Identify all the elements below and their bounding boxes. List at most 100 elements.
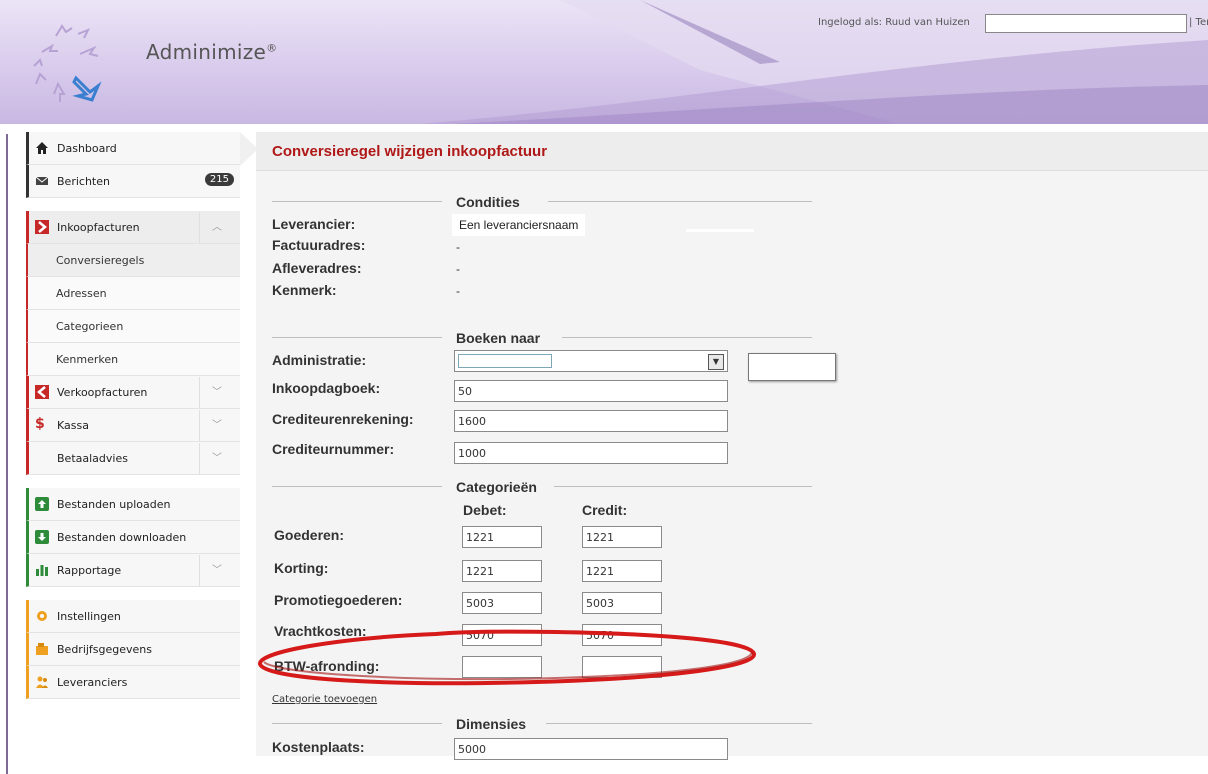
promotiegoederen-debet-field[interactable] [462,592,542,614]
sidebar-item-label: Conversieregels [56,254,145,267]
main-content: Conversieregel wijzigen inkoopfactuur Co… [256,132,1208,760]
administratie-select-value [458,354,552,368]
sidebar-item-label: Bestanden downloaden [57,531,187,544]
factuuradres-value: - [456,240,460,254]
logo-arrows-icon [33,24,102,102]
section-legend-dimensies: Dimensies [272,716,812,732]
sidebar-item-bestanden-downloaden[interactable]: Bestanden downloaden [26,521,240,554]
section-legend-categorieen: Categorieën [272,479,812,495]
sidebar-item-categorieen[interactable]: Categorieen [26,310,240,343]
highlight-ellipse [258,629,756,686]
dollar-icon: $ [35,416,45,432]
login-extra[interactable]: | Ter [1189,17,1208,28]
goederen-credit-field[interactable] [582,526,662,548]
debet-header: Debet: [463,502,507,518]
afleveradres-value: - [456,262,460,276]
korting-label: Korting: [274,560,329,576]
sidebar-item-rapportage[interactable]: Rapportage ﹀ [26,554,240,587]
sidebar-item-label: Instellingen [57,610,121,623]
sidebar-item-label: Categorieen [56,320,124,333]
page-title: Conversieregel wijzigen inkoopfactuur [272,143,548,160]
credit-header: Credit: [582,502,628,518]
sidebar-item-inkoopfacturen[interactable]: Inkoopfacturen ︿ [26,211,240,244]
left-edge [0,124,10,774]
sidebar-item-betaaladvies[interactable]: Betaaladvies ﹀ [26,442,240,475]
sidebar-item-verkoopfacturen[interactable]: Verkoopfacturen ﹀ [26,376,240,409]
sidebar-item-adressen[interactable]: Adressen [26,277,240,310]
user-search-box[interactable] [985,14,1187,33]
administratie-select[interactable]: ▼ [454,350,728,372]
sidebar-item-label: Leveranciers [57,676,128,689]
kostenplaats-label: Kostenplaats: [272,739,365,755]
chevron-down-icon[interactable]: ▼ [708,354,724,370]
sidebar-item-label: Dashboard [57,142,117,155]
sidebar-item-conversieregels[interactable]: Conversieregels [26,244,240,277]
crediteurnummer-label: Crediteurnummer: [272,441,395,457]
bar-chart-icon [36,565,48,576]
sidebar-item-label: Inkoopfacturen [57,221,140,234]
app-name: Adminimize® [146,40,278,64]
kenmerk-label: Kenmerk: [272,282,337,298]
section-legend-boeken-naar: Boeken naar [272,330,812,346]
inkoopdagboek-label: Inkoopdagboek: [272,380,381,396]
home-icon [36,142,48,154]
sidebar-item-label: Adressen [56,287,107,300]
sidebar-item-label: Bestanden uploaden [57,498,171,511]
sidebar-item-label: Bedrijfsgegevens [57,643,153,656]
sidebar-item-label: Berichten [57,175,110,188]
page-title-bar: Conversieregel wijzigen inkoopfactuur [256,132,1208,171]
section-legend-condities: Condities [272,194,812,210]
chevron-down-icon[interactable]: ﹀ [199,377,234,408]
add-category-link[interactable]: Categorie toevoegen [272,694,377,705]
sidebar-item-label: Betaaladvies [57,452,128,465]
leverancier-label: Leverancier: [272,216,356,232]
upload-icon [35,497,49,511]
goederen-label: Goederen: [274,527,345,543]
chevron-up-icon[interactable]: ︿ [199,212,234,243]
building-icon [36,643,48,655]
login-status: Ingelogd als: Ruud van Huizen [818,17,970,28]
sidebar-item-instellingen[interactable]: Instellingen [26,600,240,633]
logo[interactable]: Adminimize® [28,14,277,114]
people-icon [36,676,48,688]
sidebar-item-kenmerken[interactable]: Kenmerken [26,343,240,376]
arrow-left-red-icon [35,385,49,399]
inkoopdagboek-field[interactable] [454,380,728,402]
sidebar-item-label: Kassa [57,419,89,432]
crediteurenrekening-label: Crediteurenrekening: [272,411,414,427]
sidebar-item-leveranciers[interactable]: Leveranciers [26,666,240,699]
kostenplaats-field[interactable] [454,738,728,760]
sidebar-item-label: Kenmerken [56,353,119,366]
goederen-debet-field[interactable] [462,526,542,548]
gear-icon [37,611,47,621]
chevron-down-icon[interactable]: ﹀ [199,443,234,474]
sidebar-item-label: Verkoopfacturen [57,386,148,399]
sidebar-item-bestanden-uploaden[interactable]: Bestanden uploaden [26,488,240,521]
afleveradres-label: Afleveradres: [272,260,362,276]
factuuradres-label: Factuuradres: [272,237,366,253]
chevron-down-icon[interactable]: ﹀ [199,410,234,441]
leverancier-underline [686,229,754,232]
korting-debet-field[interactable] [462,560,542,582]
arrow-right-red-icon [35,220,49,234]
crediteurenrekening-field[interactable] [454,410,728,432]
header-banner: Adminimize® Ingelogd als: Ruud van Huize… [0,0,1208,124]
promotiegoederen-label: Promotiegoederen: [274,592,403,608]
korting-credit-field[interactable] [582,560,662,582]
sidebar-item-dashboard[interactable]: Dashboard [26,132,240,165]
message-count-badge: 215 [204,173,234,186]
sidebar-item-bedrijfsgegevens[interactable]: Bedrijfsgegevens [26,633,240,666]
promotiegoederen-credit-field[interactable] [582,592,662,614]
sidebar-item-kassa[interactable]: $ Kassa ﹀ [26,409,240,442]
kenmerk-value: - [456,284,460,298]
administratie-extra-field[interactable] [748,353,836,381]
sidebar: Dashboard Berichten 215 Inkoopfacturen ︿… [26,132,240,699]
sidebar-item-berichten[interactable]: Berichten 215 [26,165,240,198]
crediteurnummer-field[interactable] [454,442,728,464]
envelope-icon [35,176,49,185]
administratie-label: Administratie: [272,352,367,368]
sidebar-item-label: Rapportage [57,564,122,577]
leverancier-value: Een leveranciersnaam [452,214,586,236]
download-icon [35,530,49,544]
chevron-down-icon[interactable]: ﹀ [199,555,234,586]
